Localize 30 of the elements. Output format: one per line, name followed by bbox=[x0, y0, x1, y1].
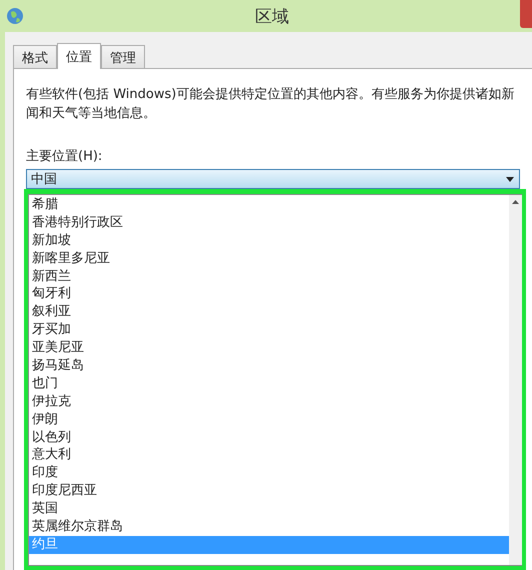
list-item[interactable]: 意大利 bbox=[29, 446, 509, 464]
list-item[interactable]: 牙买加 bbox=[29, 321, 509, 340]
globe-icon bbox=[6, 7, 24, 25]
list-item[interactable]: 新加坡 bbox=[29, 232, 509, 250]
list-item[interactable]: 叙利亚 bbox=[29, 303, 509, 322]
description-text: 有些软件(包括 Windows)可能会提供特定位置的其他内容。有些服务为你提供诸如新闻和天气等当地信息。 bbox=[26, 86, 516, 123]
list-item[interactable]: 新喀里多尼亚 bbox=[29, 250, 509, 268]
list-item[interactable]: 印度 bbox=[29, 464, 509, 482]
list-item[interactable]: 伊朗 bbox=[29, 410, 509, 429]
list-item[interactable]: 也门 bbox=[29, 374, 509, 393]
list-item[interactable]: 希腊 bbox=[29, 196, 509, 214]
list-item[interactable]: 伊拉克 bbox=[29, 392, 509, 411]
list-item[interactable]: 英属维尔京群岛 bbox=[29, 518, 509, 536]
list-item[interactable]: 英国 bbox=[29, 500, 509, 518]
tab[interactable]: 格式 bbox=[13, 45, 57, 68]
list-item[interactable]: 以色列 bbox=[29, 428, 509, 446]
caret-icon bbox=[506, 176, 514, 182]
list-item[interactable]: 新西兰 bbox=[29, 268, 509, 286]
tab[interactable]: 管理 bbox=[101, 45, 145, 68]
list-item[interactable]: 扬马延岛 bbox=[29, 357, 509, 375]
window-title: 区域 bbox=[254, 6, 290, 28]
tab[interactable]: 位置 bbox=[57, 43, 101, 69]
up-arrow-icon[interactable] bbox=[512, 200, 519, 204]
close-button[interactable] bbox=[520, 0, 532, 28]
list-item[interactable]: 匈牙利 bbox=[29, 285, 509, 304]
list-item[interactable]: 香港特别行政区 bbox=[29, 214, 509, 232]
list-item[interactable]: 亚美尼亚 bbox=[29, 339, 509, 358]
location-dropdown[interactable]: 中国 bbox=[26, 169, 520, 189]
field-label: 主要位置(H): bbox=[26, 148, 104, 166]
list-item[interactable]: 印度尼西亚 bbox=[29, 482, 509, 500]
